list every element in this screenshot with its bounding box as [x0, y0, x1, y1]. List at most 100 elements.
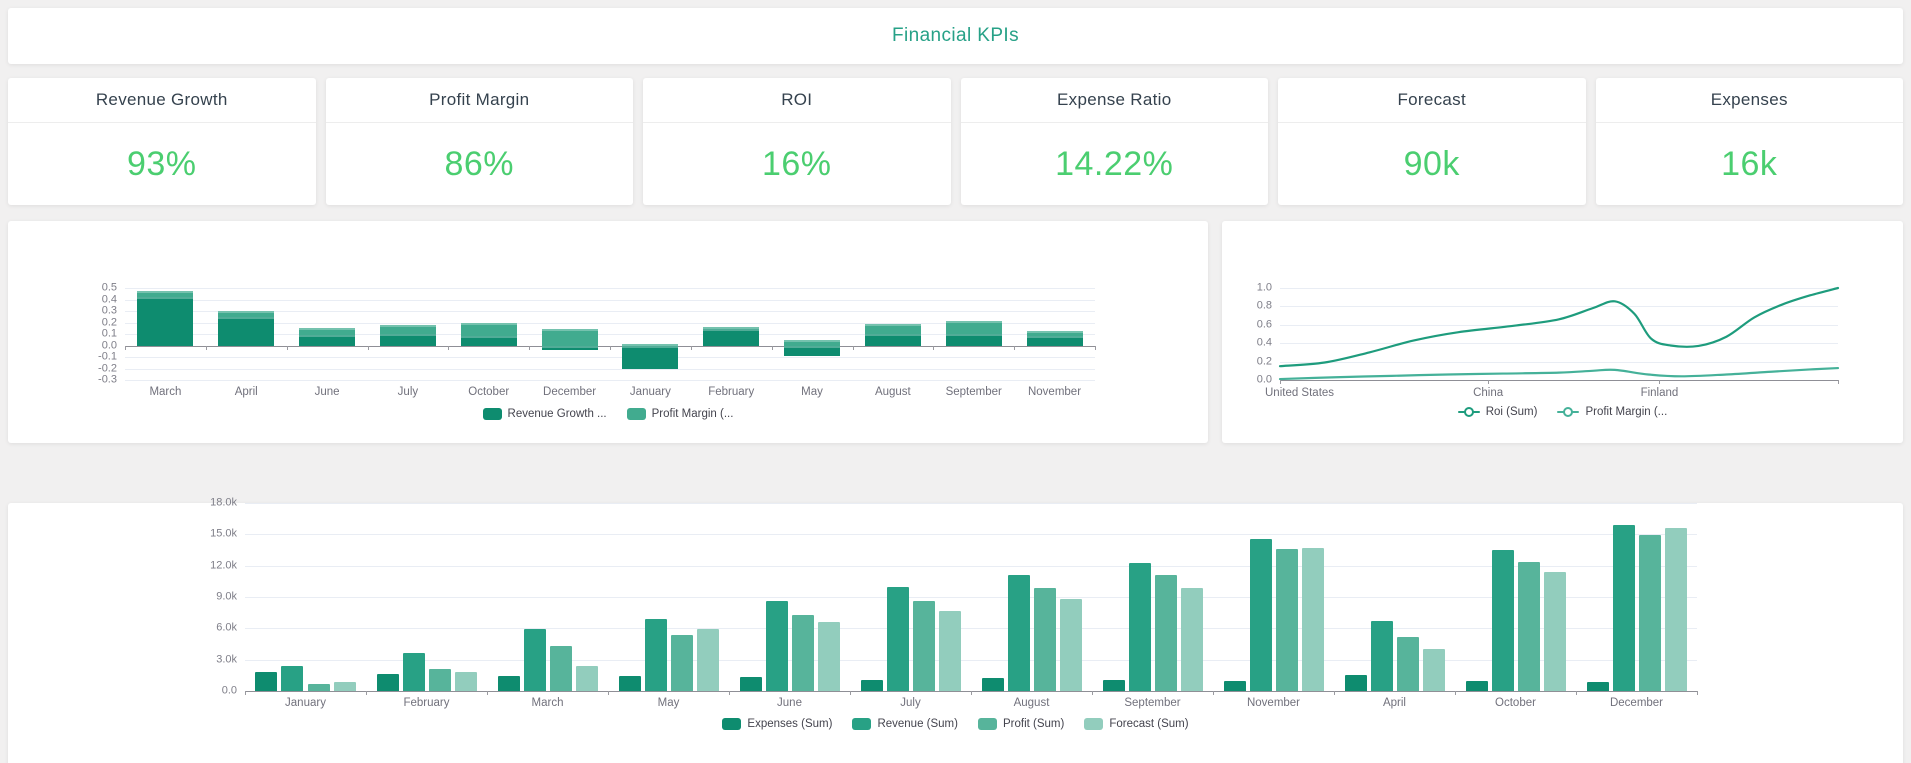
bar-forecast-sum-june[interactable] [817, 622, 840, 691]
bar-revenue-growth-december[interactable] [541, 345, 598, 351]
line-profit-margin[interactable] [1280, 368, 1838, 379]
bar-revenue-growth-september[interactable] [945, 334, 1002, 346]
bar-profit-sum-may[interactable] [670, 634, 693, 691]
bar-forecast-sum-january[interactable] [333, 681, 356, 691]
bar-revenue-growth-august[interactable] [864, 334, 921, 346]
bar-revenue-growth-november[interactable] [1026, 336, 1083, 346]
legend-item-profit-margin[interactable]: Profit Margin (... [1557, 406, 1667, 418]
bar-expenses-sum-july[interactable] [860, 679, 883, 691]
bar-forecast-sum-march[interactable] [575, 665, 598, 691]
bar-forecast-sum-july[interactable] [938, 610, 961, 691]
bar-profit-margin-august[interactable] [864, 323, 921, 334]
bar-expenses-sum-june[interactable] [739, 676, 762, 691]
bar-profit-margin-november[interactable] [1026, 330, 1083, 337]
bar-profit-margin-october[interactable] [460, 322, 517, 337]
axis-tick [771, 345, 773, 350]
bar-expenses-sum-december[interactable] [1586, 681, 1609, 691]
legend-item-revenue-growth[interactable]: Revenue Growth ... [482, 408, 607, 420]
bar-profit-margin-april[interactable] [218, 311, 275, 317]
bar-profit-sum-february[interactable] [428, 669, 451, 691]
kpi-value: 16% [761, 144, 832, 183]
bar-forecast-sum-december[interactable] [1664, 528, 1687, 691]
bar-revenue-sum-july[interactable] [886, 586, 909, 691]
legend-item-revenue-sum[interactable]: Revenue (Sum) [852, 718, 958, 730]
bar-revenue-growth-january[interactable] [622, 345, 679, 369]
bar-profit-sum-august[interactable] [1033, 587, 1056, 691]
bar-profit-sum-june[interactable] [791, 614, 814, 691]
kpi-value: 14.22% [1055, 144, 1174, 183]
bar-profit-margin-january[interactable] [622, 344, 679, 346]
bar-revenue-sum-february[interactable] [402, 653, 425, 691]
bar-revenue-growth-may[interactable] [784, 345, 841, 356]
axis-tick [933, 345, 935, 350]
bar-profit-margin-march[interactable] [137, 291, 194, 298]
bar-revenue-growth-june[interactable] [299, 335, 356, 346]
x-axis-label: September [1124, 697, 1181, 709]
bar-forecast-sum-april[interactable] [1422, 649, 1445, 691]
bar-revenue-sum-june[interactable] [765, 601, 788, 691]
bar-profit-sum-july[interactable] [912, 601, 935, 691]
x-axis-label: February [403, 697, 450, 709]
bar-expenses-sum-january[interactable] [255, 672, 278, 691]
legend-label: Forecast (Sum) [1109, 718, 1189, 730]
line-plot: 1.0 0.8 0.6 0.4 0.2 0.0 United States China Finl… [1257, 282, 1838, 399]
bar-forecast-sum-may[interactable] [696, 629, 719, 691]
bar-forecast-sum-august[interactable] [1059, 599, 1082, 691]
bar-forecast-sum-october[interactable] [1543, 571, 1566, 691]
bar-profit-sum-march[interactable] [549, 646, 572, 691]
bar-profit-margin-february[interactable] [703, 326, 760, 330]
bar-profit-margin-may[interactable] [784, 339, 841, 346]
axis-tick [608, 691, 609, 695]
bar-profit-margin-december[interactable] [541, 329, 598, 346]
bar-expenses-sum-april[interactable] [1344, 675, 1367, 691]
bar-profit-margin-september[interactable] [945, 321, 1002, 334]
bar-profit-sum-january[interactable] [307, 683, 330, 691]
bar-revenue-growth-march[interactable] [137, 297, 194, 346]
bar-expenses-sum-february[interactable] [376, 674, 399, 691]
line-roi-sum[interactable] [1280, 288, 1838, 366]
bar-forecast-sum-february[interactable] [454, 672, 477, 691]
gridline [245, 659, 1697, 661]
bar-revenue-sum-august[interactable] [1007, 575, 1030, 691]
line-chart-canvas [1280, 288, 1838, 380]
legend-item-forecast-sum[interactable]: Forecast (Sum) [1084, 718, 1189, 730]
bar-expenses-sum-march[interactable] [497, 676, 520, 691]
stacked-bar-legend: Revenue Growth ... Profit Margin (... [8, 408, 1208, 420]
legend-item-roi-sum[interactable]: Roi (Sum) [1457, 406, 1537, 418]
legend-item-profit-margin[interactable]: Profit Margin (... [626, 408, 733, 420]
bar-revenue-sum-january[interactable] [281, 665, 304, 691]
gridline [125, 357, 1095, 358]
bar-profit-margin-july[interactable] [379, 324, 436, 334]
gridline [125, 380, 1095, 381]
bar-expenses-sum-november[interactable] [1223, 680, 1246, 691]
bar-expenses-sum-august[interactable] [981, 678, 1004, 691]
legend-item-profit-sum[interactable]: Profit (Sum) [977, 718, 1064, 730]
bar-revenue-growth-july[interactable] [379, 334, 436, 346]
gridline [245, 534, 1697, 536]
bar-revenue-growth-april[interactable] [218, 316, 275, 346]
bar-profit-sum-april[interactable] [1396, 636, 1419, 691]
bar-expenses-sum-may[interactable] [618, 675, 641, 691]
bar-revenue-sum-november[interactable] [1249, 538, 1272, 691]
bar-profit-sum-october[interactable] [1517, 561, 1540, 691]
legend-item-expenses-sum[interactable]: Expenses (Sum) [722, 718, 832, 730]
bar-profit-sum-november[interactable] [1275, 548, 1298, 691]
bar-revenue-growth-october[interactable] [460, 336, 517, 346]
bar-revenue-sum-december[interactable] [1612, 524, 1635, 691]
bar-profit-sum-september[interactable] [1154, 575, 1177, 691]
bar-revenue-sum-october[interactable] [1491, 550, 1514, 691]
bar-revenue-sum-march[interactable] [523, 629, 546, 691]
bar-expenses-sum-october[interactable] [1465, 680, 1488, 691]
bar-forecast-sum-november[interactable] [1301, 547, 1324, 691]
x-axis-label: March [531, 697, 564, 709]
bar-revenue-sum-april[interactable] [1370, 621, 1393, 691]
bar-revenue-growth-february[interactable] [703, 329, 760, 346]
bar-forecast-sum-september[interactable] [1180, 587, 1203, 691]
bar-profit-margin-june[interactable] [299, 327, 356, 336]
kpi-value: 93% [126, 144, 197, 183]
bar-revenue-sum-may[interactable] [644, 618, 667, 691]
x-axis-label: August [874, 386, 911, 398]
bar-profit-sum-december[interactable] [1638, 535, 1661, 691]
bar-expenses-sum-september[interactable] [1102, 679, 1125, 691]
bar-revenue-sum-september[interactable] [1128, 562, 1151, 691]
